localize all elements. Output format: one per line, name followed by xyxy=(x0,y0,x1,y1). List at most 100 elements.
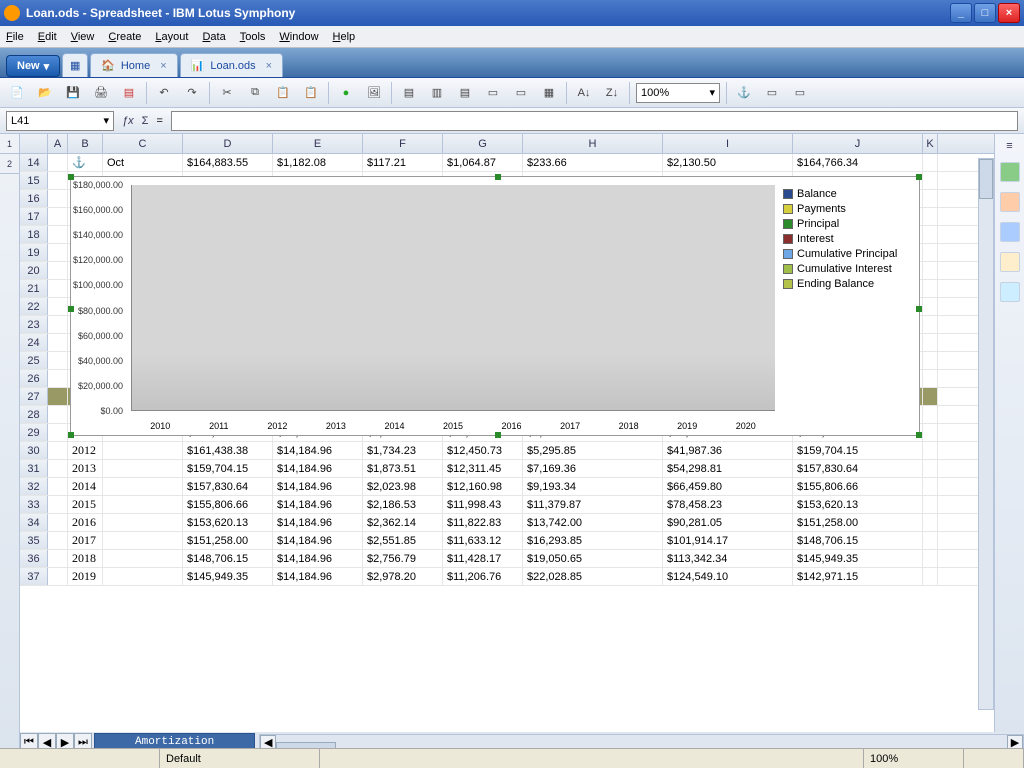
row-header[interactable]: 28 xyxy=(20,406,48,423)
table-header-cell[interactable] xyxy=(923,388,938,405)
cell[interactable]: $9,193.34 xyxy=(523,478,663,495)
image-button[interactable]: 🖼 xyxy=(363,82,385,104)
cell[interactable] xyxy=(48,568,68,585)
cell[interactable] xyxy=(923,226,938,243)
tab-home[interactable]: 🏠 Home× xyxy=(90,53,177,77)
cell[interactable] xyxy=(923,298,938,315)
cell[interactable]: 2018 xyxy=(68,550,103,567)
cell[interactable] xyxy=(923,550,938,567)
close-icon[interactable]: × xyxy=(266,60,272,72)
table-header-cell[interactable] xyxy=(48,388,68,405)
formula-input[interactable] xyxy=(171,111,1018,131)
sum-icon[interactable]: Σ xyxy=(142,115,149,127)
undo-button[interactable]: ↶ xyxy=(153,82,175,104)
row-header[interactable]: 19 xyxy=(20,244,48,261)
cell[interactable]: $159,704.15 xyxy=(793,442,923,459)
redo-button[interactable]: ↷ xyxy=(181,82,203,104)
cell[interactable]: $233.66 xyxy=(523,154,663,171)
cell[interactable]: $124,549.10 xyxy=(663,568,793,585)
cell[interactable] xyxy=(48,226,68,243)
cell[interactable]: $2,756.79 xyxy=(363,550,443,567)
cell[interactable]: $2,362.14 xyxy=(363,514,443,531)
col-header-F[interactable]: F xyxy=(363,134,443,153)
cell[interactable] xyxy=(48,190,68,207)
cell[interactable] xyxy=(923,424,938,441)
row-header[interactable]: 15 xyxy=(20,172,48,189)
cell[interactable] xyxy=(103,514,183,531)
cell[interactable]: $11,206.76 xyxy=(443,568,523,585)
cell[interactable]: $2,186.53 xyxy=(363,496,443,513)
cell[interactable]: $155,806.66 xyxy=(793,478,923,495)
paste-special-button[interactable]: 📋 xyxy=(300,82,322,104)
menu-tools[interactable]: Tools xyxy=(240,31,266,43)
cell[interactable] xyxy=(103,460,183,477)
col-header-D[interactable]: D xyxy=(183,134,273,153)
cell[interactable]: $1,182.08 xyxy=(273,154,363,171)
cell[interactable] xyxy=(923,568,938,585)
col-header-C[interactable]: C xyxy=(103,134,183,153)
row-header[interactable]: 31 xyxy=(20,460,48,477)
cell[interactable]: 2016 xyxy=(68,514,103,531)
cell[interactable]: $19,050.65 xyxy=(523,550,663,567)
tab-document[interactable]: 📊 Loan.ods× xyxy=(180,53,283,77)
cell[interactable] xyxy=(923,244,938,261)
cell[interactable]: $5,295.85 xyxy=(523,442,663,459)
cell[interactable] xyxy=(103,532,183,549)
cell[interactable]: $1,064.87 xyxy=(443,154,523,171)
outline-level-1[interactable]: 1 xyxy=(0,134,19,154)
close-icon[interactable]: × xyxy=(160,60,166,72)
menu-layout[interactable]: Layout xyxy=(155,31,188,43)
cell[interactable]: $2,023.98 xyxy=(363,478,443,495)
cell[interactable] xyxy=(923,262,938,279)
cell[interactable]: $11,428.17 xyxy=(443,550,523,567)
group-button[interactable]: ▭ xyxy=(789,82,811,104)
cell[interactable] xyxy=(48,514,68,531)
col-header-A[interactable]: A xyxy=(48,134,68,153)
collapse-icon[interactable]: ≡ xyxy=(1006,140,1012,152)
menu-data[interactable]: Data xyxy=(202,31,225,43)
cell[interactable] xyxy=(923,514,938,531)
sort-asc-button[interactable]: A↓ xyxy=(573,82,595,104)
row-header[interactable]: 32 xyxy=(20,478,48,495)
cell[interactable] xyxy=(923,442,938,459)
cell[interactable]: $153,620.13 xyxy=(793,496,923,513)
cell[interactable] xyxy=(48,298,68,315)
cell[interactable]: $151,258.00 xyxy=(183,532,273,549)
cell[interactable] xyxy=(923,532,938,549)
palette-icon[interactable] xyxy=(1000,192,1020,212)
new-doc-button[interactable]: 📄 xyxy=(6,82,28,104)
cell[interactable] xyxy=(48,496,68,513)
col-header-B[interactable]: B xyxy=(68,134,103,153)
cell[interactable]: $148,706.15 xyxy=(793,532,923,549)
row-header[interactable]: 22 xyxy=(20,298,48,315)
copy-button[interactable]: ⧉ xyxy=(244,82,266,104)
cell[interactable] xyxy=(48,532,68,549)
cell[interactable]: $14,184.96 xyxy=(273,514,363,531)
cell[interactable]: $101,914.17 xyxy=(663,532,793,549)
row-header[interactable]: 21 xyxy=(20,280,48,297)
cell[interactable] xyxy=(48,208,68,225)
merge-button[interactable]: ▭ xyxy=(482,82,504,104)
save-button[interactable]: 💾 xyxy=(62,82,84,104)
cell[interactable]: $22,028.85 xyxy=(523,568,663,585)
row-header[interactable]: 14 xyxy=(20,154,48,171)
col-header-E[interactable]: E xyxy=(273,134,363,153)
col-header-H[interactable]: H xyxy=(523,134,663,153)
outline-level-2[interactable]: 2 xyxy=(0,154,19,174)
cell[interactable]: $12,160.98 xyxy=(443,478,523,495)
row-header[interactable]: 33 xyxy=(20,496,48,513)
fx-panel-icon[interactable] xyxy=(1000,282,1020,302)
cell[interactable]: $54,298.81 xyxy=(663,460,793,477)
cell[interactable] xyxy=(103,568,183,585)
cell[interactable]: $113,342.34 xyxy=(663,550,793,567)
cell[interactable]: $14,184.96 xyxy=(273,496,363,513)
cell[interactable]: $14,184.96 xyxy=(273,550,363,567)
cell[interactable] xyxy=(923,172,938,189)
compass-icon[interactable] xyxy=(1000,252,1020,272)
cell[interactable]: $145,949.35 xyxy=(183,568,273,585)
align-center-button[interactable]: ▥ xyxy=(426,82,448,104)
cell[interactable]: ⚓ xyxy=(68,154,103,171)
embedded-chart[interactable]: $180,000.00$160,000.00$140,000.00$120,00… xyxy=(70,176,920,436)
cell[interactable]: 2019 xyxy=(68,568,103,585)
name-box[interactable]: L41▾ xyxy=(6,111,114,131)
